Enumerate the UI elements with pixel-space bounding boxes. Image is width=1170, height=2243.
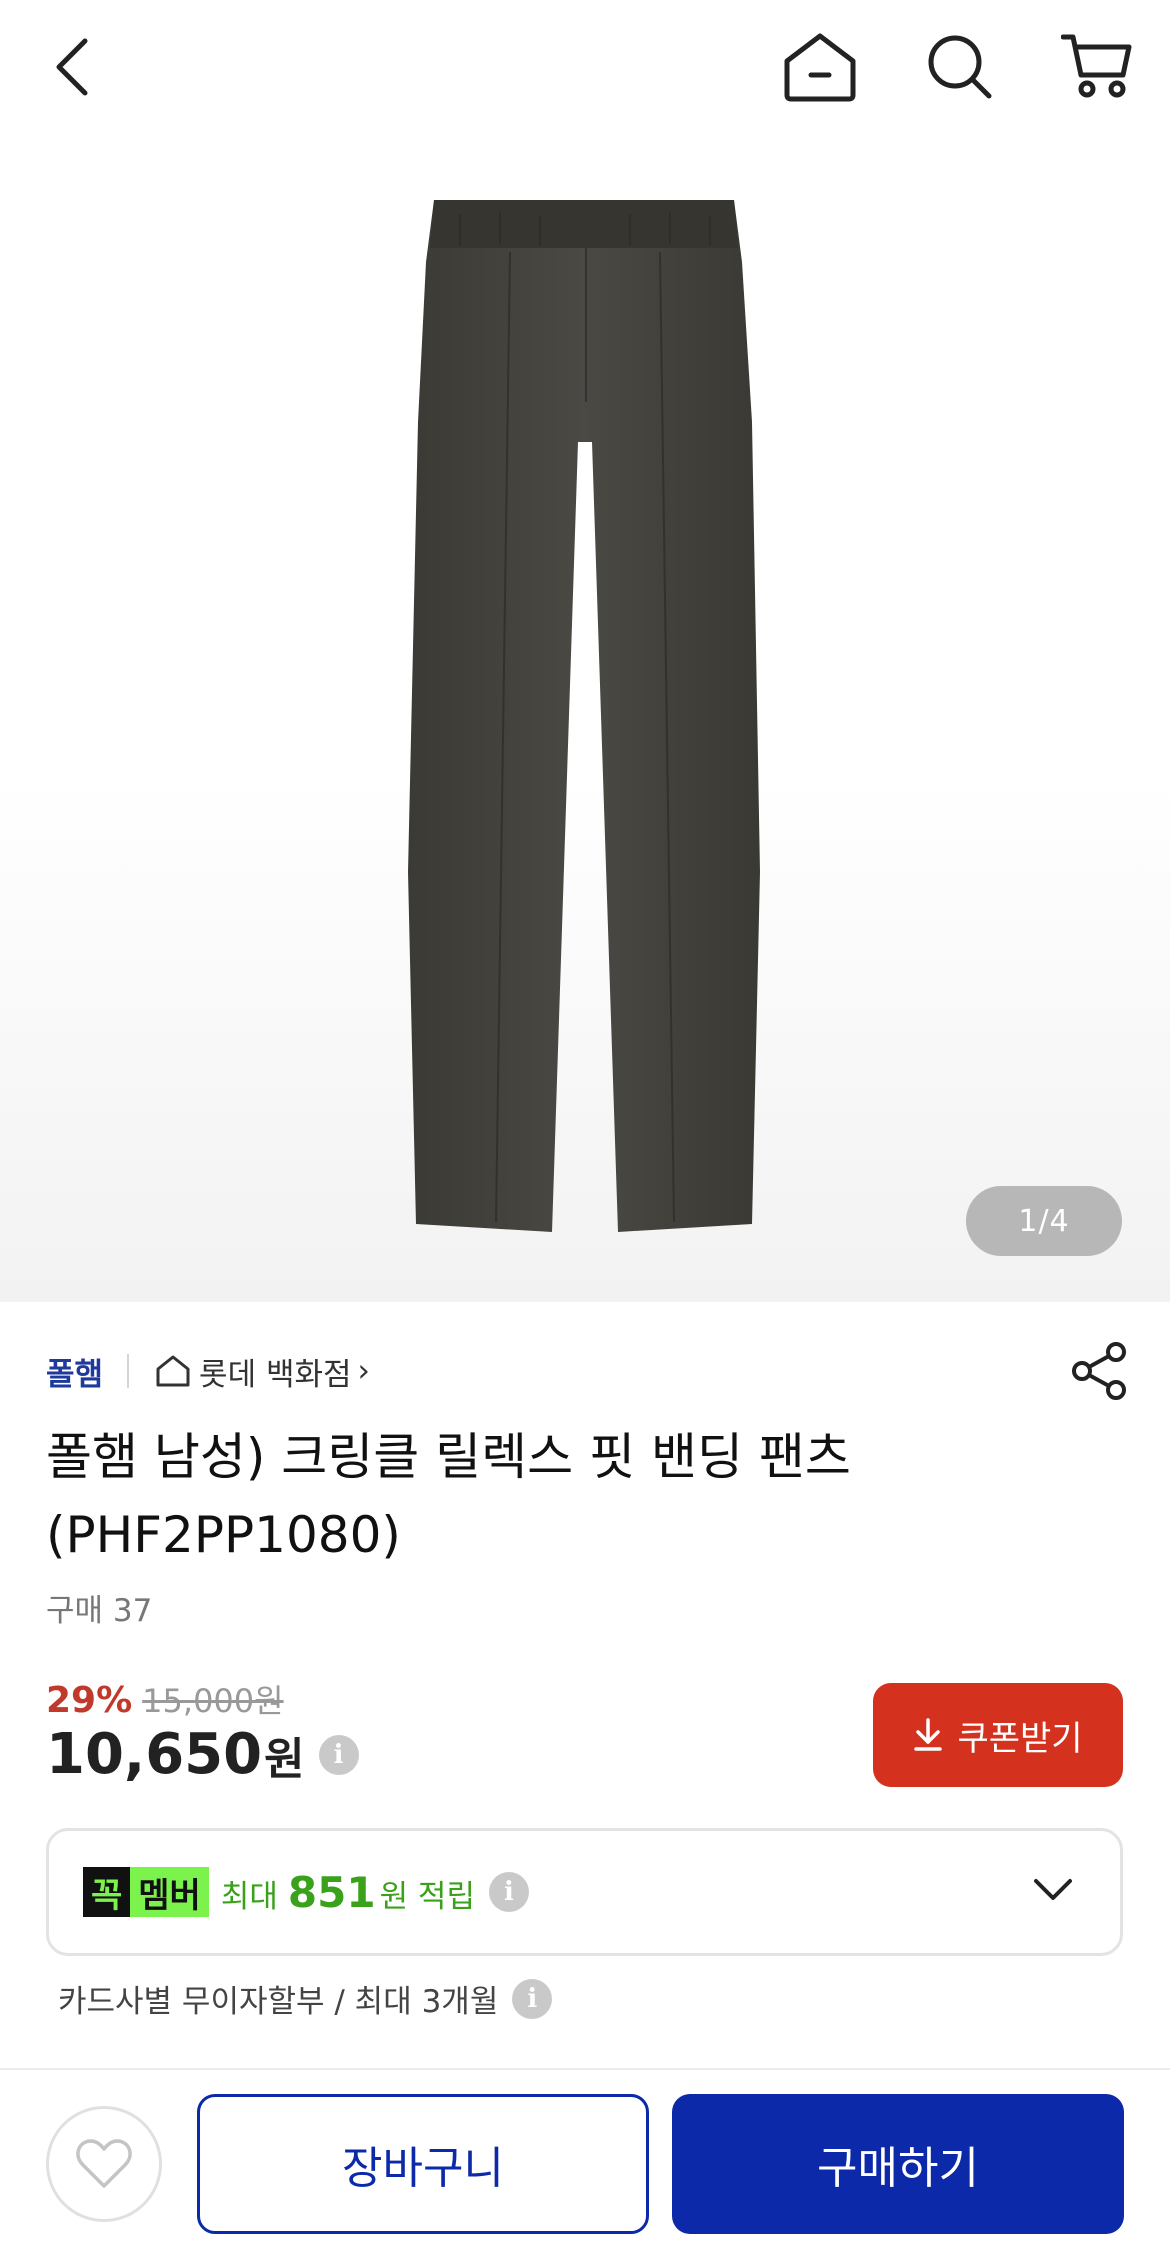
original-price: 15,000원 (142, 1682, 284, 1720)
add-to-cart-button[interactable]: 장바구니 (197, 2094, 649, 2234)
membership-reward-box[interactable]: 꼭 멤버 최대 851 원 적립 i (46, 1828, 1123, 1956)
share-icon[interactable] (1068, 1340, 1130, 1402)
image-counter: 1/4 (966, 1186, 1122, 1256)
installment-text: 카드사별 무이자할부 / 최대 3개월 (58, 1984, 499, 2020)
member-badge-part2: 멤버 (130, 1867, 209, 1917)
member-suffix: 원 적립 (379, 1878, 475, 1915)
brand-link[interactable]: 폴햄 (46, 1349, 103, 1394)
top-bar (0, 0, 1170, 130)
coupon-button[interactable]: 쿠폰받기 (873, 1683, 1123, 1787)
bottom-action-bar: 장바구니 구매하기 (0, 2068, 1170, 2243)
member-badge-part1: 꼭 (83, 1867, 131, 1917)
info-icon[interactable]: i (488, 1872, 529, 1912)
chevron-right-icon: › (357, 1353, 370, 1389)
chevron-left-icon[interactable] (28, 22, 118, 112)
discount-rate: 29% (46, 1680, 133, 1721)
purchase-count: 구매 37 (46, 1593, 153, 1629)
installment-info: 카드사별 무이자할부 / 최대 3개월 i (58, 1976, 553, 2021)
download-icon (914, 1718, 943, 1751)
coupon-label: 쿠폰받기 (957, 1718, 1083, 1759)
member-badge: 꼭 멤버 (83, 1867, 209, 1917)
buy-now-button[interactable]: 구매하기 (672, 2094, 1124, 2234)
member-amount: 851 (287, 1867, 376, 1917)
chevron-down-icon[interactable] (1030, 1867, 1076, 1913)
currency: 원 (264, 1733, 305, 1785)
search-icon[interactable] (915, 22, 1005, 112)
heart-icon (76, 2139, 132, 2188)
cart-icon[interactable] (1052, 22, 1142, 112)
product-title: 폴햄 남성) 크링클 릴렉스 핏 밴딩 팬츠 (PHF2PP1080) (46, 1428, 851, 1564)
sale-price: 10,650 (46, 1722, 263, 1787)
home-icon[interactable] (775, 22, 865, 112)
member-reward-text: 최대 851 원 적립 (221, 1868, 475, 1917)
member-prefix: 최대 (220, 1878, 278, 1915)
product-detail-page: 1/4 폴햄 롯데 백화점 › 폴햄 남성) 크링클 릴렉스 핏 밴딩 팬츠 (… (0, 0, 1170, 2243)
counter-total: /4 (1038, 1203, 1070, 1239)
breadcrumb-divider (127, 1354, 130, 1388)
store-link[interactable]: 롯데 백화점 › (155, 1349, 370, 1394)
breadcrumb: 폴햄 롯데 백화점 › (46, 1346, 370, 1396)
product-image-carousel[interactable]: 1/4 (0, 130, 1170, 1302)
store-label: 롯데 백화점 (199, 1356, 352, 1393)
product-image (408, 200, 760, 1232)
info-icon[interactable]: i (318, 1734, 359, 1775)
price-row: 10,650 원 i (46, 1722, 359, 1787)
wishlist-button[interactable] (46, 2106, 162, 2222)
discount-row: 29% 15,000원 (46, 1676, 284, 1722)
info-icon[interactable]: i (512, 1978, 553, 2019)
counter-current: 1 (1018, 1203, 1039, 1239)
home-icon (156, 1355, 190, 1387)
